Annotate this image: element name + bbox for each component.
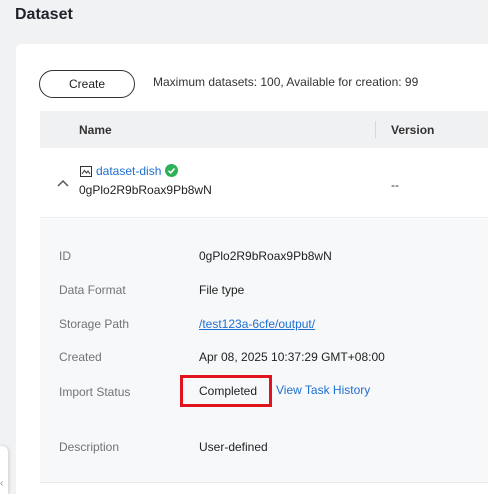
detail-label-data-format: Data Format [59, 283, 126, 297]
view-task-history-link[interactable]: View Task History [276, 383, 370, 397]
table-header: Name Version [40, 111, 488, 148]
dataset-version: -- [391, 178, 399, 192]
detail-label-id: ID [59, 249, 71, 263]
column-divider [375, 121, 376, 138]
storage-path-link[interactable]: /test123a-6cfe/output/ [199, 317, 315, 331]
detail-value-description: User-defined [199, 440, 268, 454]
detail-label-created: Created [59, 350, 102, 364]
detail-label-description: Description [59, 440, 120, 454]
detail-label-storage-path: Storage Path [59, 317, 130, 331]
quota-text: Maximum datasets: 100, Available for cre… [153, 75, 419, 89]
check-circle-icon [165, 164, 178, 177]
chevron-left-icon[interactable]: ‹ [0, 478, 3, 489]
column-header-name[interactable]: Name [79, 123, 112, 137]
dataset-id: 0gPlo2R9bRoax9Pb8wN [79, 183, 212, 197]
detail-label-import-status: Import Status [59, 385, 131, 399]
detail-value-created: Apr 08, 2025 10:37:29 GMT+08:00 [199, 350, 385, 364]
chevron-up-icon[interactable] [56, 178, 70, 188]
table-row: dataset-dish 0gPlo2R9bRoax9Pb8wN -- [40, 148, 488, 218]
create-button[interactable]: Create [39, 70, 135, 98]
dataset-name-link[interactable]: dataset-dish [96, 164, 161, 178]
detail-value-id: 0gPlo2R9bRoax9Pb8wN [199, 249, 332, 263]
chart-image-icon [80, 166, 92, 177]
detail-value-data-format: File type [199, 283, 245, 297]
page-title: Dataset [15, 6, 73, 23]
import-status-value: Completed [199, 384, 258, 398]
column-header-version[interactable]: Version [391, 123, 434, 137]
